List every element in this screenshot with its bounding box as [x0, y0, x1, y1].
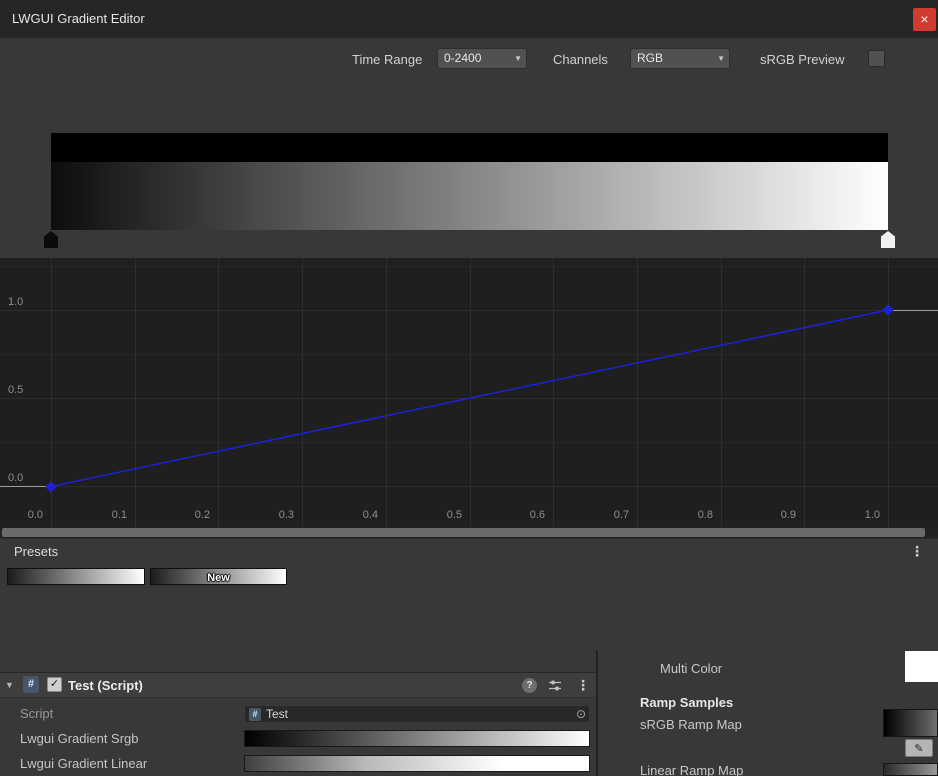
window-title: LWGUI Gradient Editor: [12, 11, 145, 26]
gradient-alpha-row[interactable]: [51, 133, 888, 162]
close-icon: ×: [920, 11, 928, 27]
curve-hscrollbar[interactable]: [0, 527, 938, 538]
gradient-srgb-label: Lwgui Gradient Srgb: [20, 731, 139, 746]
dropdown-arrow-icon: ▼: [717, 50, 725, 68]
curve-canvas[interactable]: 1.0 0.5 0.0 0.0 0.1 0.2 0.3 0.4 0.5 0.6 …: [0, 258, 938, 527]
linear-ramp-label: Linear Ramp Map: [640, 763, 743, 776]
srgb-ramp-label: sRGB Ramp Map: [640, 717, 742, 732]
channels-value: RGB: [637, 51, 663, 65]
csharp-script-icon: #: [23, 676, 39, 693]
component-header[interactable]: ▼ # ✓ Test (Script) ? ⋮: [0, 672, 596, 698]
preset-new-button[interactable]: New: [150, 568, 287, 585]
y-tick-label: 0.0: [8, 472, 38, 484]
linear-ramp-swatch[interactable]: [883, 763, 938, 776]
object-picker-icon[interactable]: ⊙: [576, 706, 586, 722]
srgb-preview-checkbox[interactable]: [868, 50, 885, 67]
multi-color-label: Multi Color: [660, 661, 722, 676]
presets-header: Presets ⋮: [0, 538, 938, 563]
script-row-label: Script: [20, 706, 53, 721]
preset-new-label: New: [207, 572, 230, 584]
grid-minor-lines: [0, 267, 938, 443]
multi-color-swatch[interactable]: [905, 651, 938, 682]
curve-plot: [0, 258, 938, 527]
presets-label: Presets: [14, 544, 58, 559]
gradient-color-row[interactable]: [51, 162, 888, 230]
hscrollbar-thumb[interactable]: [2, 528, 925, 537]
panel-divider[interactable]: [596, 650, 598, 776]
time-range-value: 0-2400: [444, 51, 481, 65]
x-tick-label: 0.5: [426, 509, 462, 521]
ramp-edit-button[interactable]: ✎: [905, 739, 933, 757]
dropdown-arrow-icon: ▼: [514, 50, 522, 68]
x-tick-label: 0.2: [174, 509, 210, 521]
gradient-editor-window: LWGUI Gradient Editor × Time Range 0-240…: [0, 0, 938, 776]
ramp-samples-label: Ramp Samples: [640, 695, 733, 710]
title-bar[interactable]: LWGUI Gradient Editor ×: [0, 0, 938, 38]
time-range-dropdown[interactable]: 0-2400 ▼: [437, 48, 527, 69]
channels-label: Channels: [553, 52, 608, 67]
component-enabled-checkbox[interactable]: ✓: [47, 677, 62, 692]
close-button[interactable]: ×: [913, 8, 936, 31]
help-icon[interactable]: ?: [522, 678, 537, 693]
preset-gradient-swatch[interactable]: [7, 568, 145, 585]
gradient-preview[interactable]: [51, 133, 888, 230]
y-tick-label: 0.5: [8, 384, 38, 396]
presets-menu-button[interactable]: ⋮: [910, 543, 924, 560]
gradient-srgb-swatch[interactable]: [244, 730, 590, 747]
channels-dropdown[interactable]: RGB ▼: [630, 48, 730, 69]
gradient-linear-label: Lwgui Gradient Linear: [20, 756, 147, 771]
foldout-icon[interactable]: ▼: [5, 680, 14, 690]
script-file-icon: #: [249, 708, 261, 721]
time-range-label: Time Range: [352, 52, 422, 67]
gradient-key-black[interactable]: [44, 231, 58, 248]
srgb-preview-label: sRGB Preview: [760, 52, 845, 67]
component-menu-icon[interactable]: ⋮: [576, 677, 590, 694]
srgb-ramp-swatch[interactable]: [883, 709, 938, 737]
gradient-key-white[interactable]: [881, 231, 895, 248]
script-object-name: Test: [266, 707, 288, 721]
x-tick-label: 0.1: [91, 509, 127, 521]
grid-major-lines: [0, 258, 938, 527]
pencil-icon: ✎: [914, 743, 923, 755]
x-tick-label: 0.6: [509, 509, 545, 521]
gradient-linear-swatch[interactable]: [244, 755, 590, 772]
x-tick-label: 0.4: [342, 509, 378, 521]
x-tick-label: 0.9: [760, 509, 796, 521]
y-tick-label: 1.0: [8, 296, 38, 308]
script-object-field[interactable]: # Test ⊙: [244, 705, 590, 723]
x-tick-label: 0.0: [7, 509, 43, 521]
x-tick-label: 0.8: [677, 509, 713, 521]
x-tick-label: 0.7: [593, 509, 629, 521]
presets-icon[interactable]: [548, 679, 562, 692]
x-tick-label: 1.0: [844, 509, 880, 521]
x-tick-label: 0.3: [258, 509, 294, 521]
component-title: Test (Script): [68, 678, 143, 693]
